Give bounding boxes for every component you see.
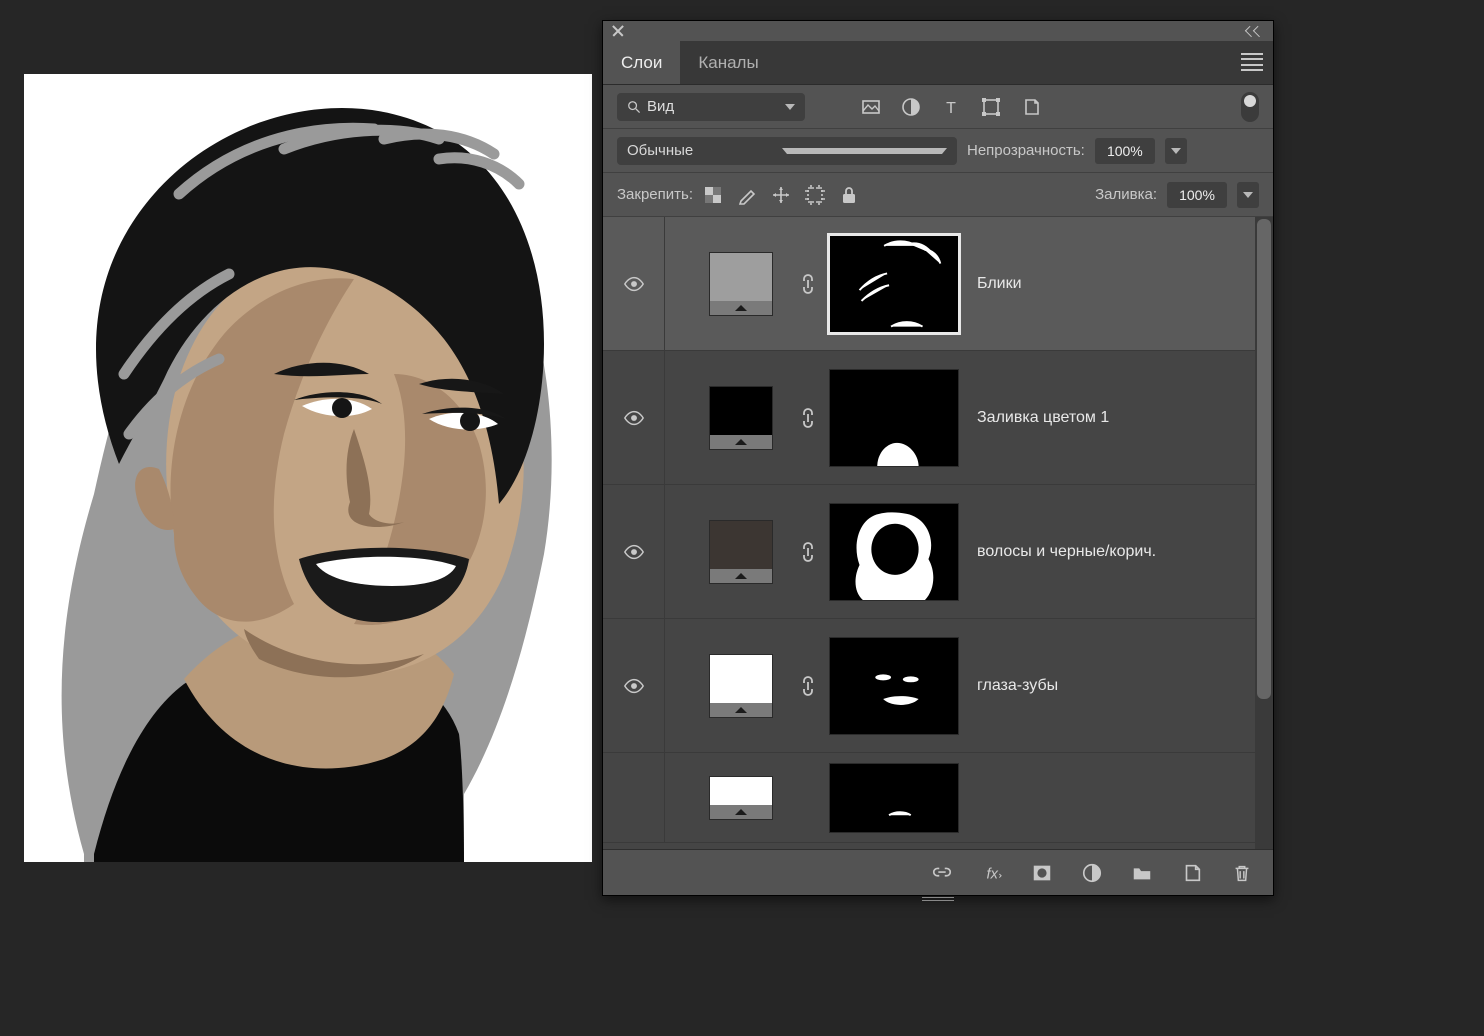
- panel-footer: fx: [603, 849, 1273, 895]
- opacity-flyout[interactable]: [1165, 138, 1187, 164]
- layer-row[interactable]: глаза-зубы: [603, 619, 1273, 753]
- chevron-down-icon: [785, 104, 795, 110]
- filter-adjustment-icon[interactable]: [901, 97, 921, 117]
- collapse-icon[interactable]: [1245, 25, 1263, 37]
- search-icon: [627, 100, 641, 114]
- resize-grip[interactable]: [922, 896, 954, 902]
- new-group-button[interactable]: [1131, 862, 1153, 884]
- new-layer-button[interactable]: [1181, 862, 1203, 884]
- layer-row[interactable]: волосы и черные/корич.: [603, 485, 1273, 619]
- adjustment-layer-button[interactable]: [1081, 862, 1103, 884]
- filter-type-icon[interactable]: T: [941, 97, 961, 117]
- layer-list: Блики Заливка цветом 1: [603, 217, 1273, 849]
- visibility-toggle[interactable]: [603, 619, 665, 752]
- tab-layers[interactable]: Слои: [603, 41, 680, 84]
- lock-transparency-icon[interactable]: [703, 185, 723, 205]
- eye-icon: [623, 410, 645, 426]
- chevron-down-icon: [782, 148, 947, 154]
- svg-text:fx: fx: [987, 866, 999, 882]
- filter-row: Вид T: [603, 85, 1273, 129]
- mask-thumbnail[interactable]: [829, 763, 959, 833]
- svg-text:T: T: [946, 100, 956, 117]
- visibility-toggle[interactable]: [603, 753, 665, 842]
- lock-artboard-icon[interactable]: [805, 185, 825, 205]
- layer-name[interactable]: глаза-зубы: [977, 677, 1273, 695]
- fill-thumbnail[interactable]: [709, 386, 773, 450]
- link-icon[interactable]: [795, 786, 819, 810]
- eye-icon: [623, 678, 645, 694]
- layer-row[interactable]: Блики: [603, 217, 1273, 351]
- lock-label: Закрепить:: [617, 186, 693, 203]
- panel-tabs: Слои Каналы: [603, 41, 1273, 85]
- layer-row[interactable]: [603, 753, 1273, 843]
- scroll-thumb[interactable]: [1257, 219, 1271, 699]
- layers-panel: Слои Каналы Вид T Обычные Непрозрачность…: [602, 20, 1274, 896]
- mask-thumbnail[interactable]: [829, 503, 959, 601]
- close-icon[interactable]: [611, 24, 625, 38]
- link-icon[interactable]: [795, 540, 819, 564]
- lock-all-icon[interactable]: [839, 185, 859, 205]
- link-icon[interactable]: [795, 406, 819, 430]
- filter-toggle[interactable]: [1241, 92, 1259, 122]
- blend-mode-select[interactable]: Обычные: [617, 137, 957, 165]
- delete-layer-button[interactable]: [1231, 862, 1253, 884]
- fill-value[interactable]: 100%: [1167, 182, 1227, 208]
- mask-thumbnail[interactable]: [829, 369, 959, 467]
- add-mask-button[interactable]: [1031, 862, 1053, 884]
- layer-name[interactable]: Заливка цветом 1: [977, 409, 1273, 427]
- blend-mode-value: Обычные: [627, 142, 782, 159]
- filter-pixel-icon[interactable]: [861, 97, 881, 117]
- filter-shape-icon[interactable]: [981, 97, 1001, 117]
- fill-thumbnail[interactable]: [709, 520, 773, 584]
- visibility-toggle[interactable]: [603, 217, 665, 350]
- lock-position-icon[interactable]: [771, 185, 791, 205]
- visibility-toggle[interactable]: [603, 485, 665, 618]
- layer-row[interactable]: Заливка цветом 1: [603, 351, 1273, 485]
- fill-thumbnail[interactable]: [709, 252, 773, 316]
- link-icon[interactable]: [795, 674, 819, 698]
- link-layers-button[interactable]: [931, 862, 953, 884]
- eye-icon: [623, 276, 645, 292]
- layer-scrollbar[interactable]: [1255, 217, 1273, 849]
- fill-thumbnail[interactable]: [709, 654, 773, 718]
- fill-flyout[interactable]: [1237, 182, 1259, 208]
- visibility-toggle[interactable]: [603, 351, 665, 484]
- panel-menu-icon[interactable]: [1241, 53, 1263, 71]
- opacity-label: Непрозрачность:: [967, 142, 1085, 159]
- mask-thumbnail[interactable]: [829, 637, 959, 735]
- layer-style-button[interactable]: fx: [981, 862, 1003, 884]
- mask-thumbnail[interactable]: [829, 235, 959, 333]
- layer-name[interactable]: волосы и черные/корич.: [977, 543, 1273, 561]
- layer-type-filter[interactable]: Вид: [617, 93, 805, 121]
- layer-name[interactable]: Блики: [977, 275, 1273, 293]
- eye-icon: [623, 544, 645, 560]
- panel-titlebar[interactable]: [603, 21, 1273, 41]
- filter-label: Вид: [647, 98, 785, 115]
- opacity-value[interactable]: 100%: [1095, 138, 1155, 164]
- fill-thumbnail[interactable]: [709, 776, 773, 820]
- link-icon[interactable]: [795, 272, 819, 296]
- lock-pixels-icon[interactable]: [737, 185, 757, 205]
- blend-row: Обычные Непрозрачность: 100%: [603, 129, 1273, 173]
- filter-smart-icon[interactable]: [1021, 97, 1041, 117]
- tab-channels[interactable]: Каналы: [680, 41, 776, 84]
- lock-row: Закрепить: Заливка: 100%: [603, 173, 1273, 217]
- document-canvas[interactable]: [24, 74, 592, 862]
- fill-label: Заливка:: [1095, 186, 1157, 203]
